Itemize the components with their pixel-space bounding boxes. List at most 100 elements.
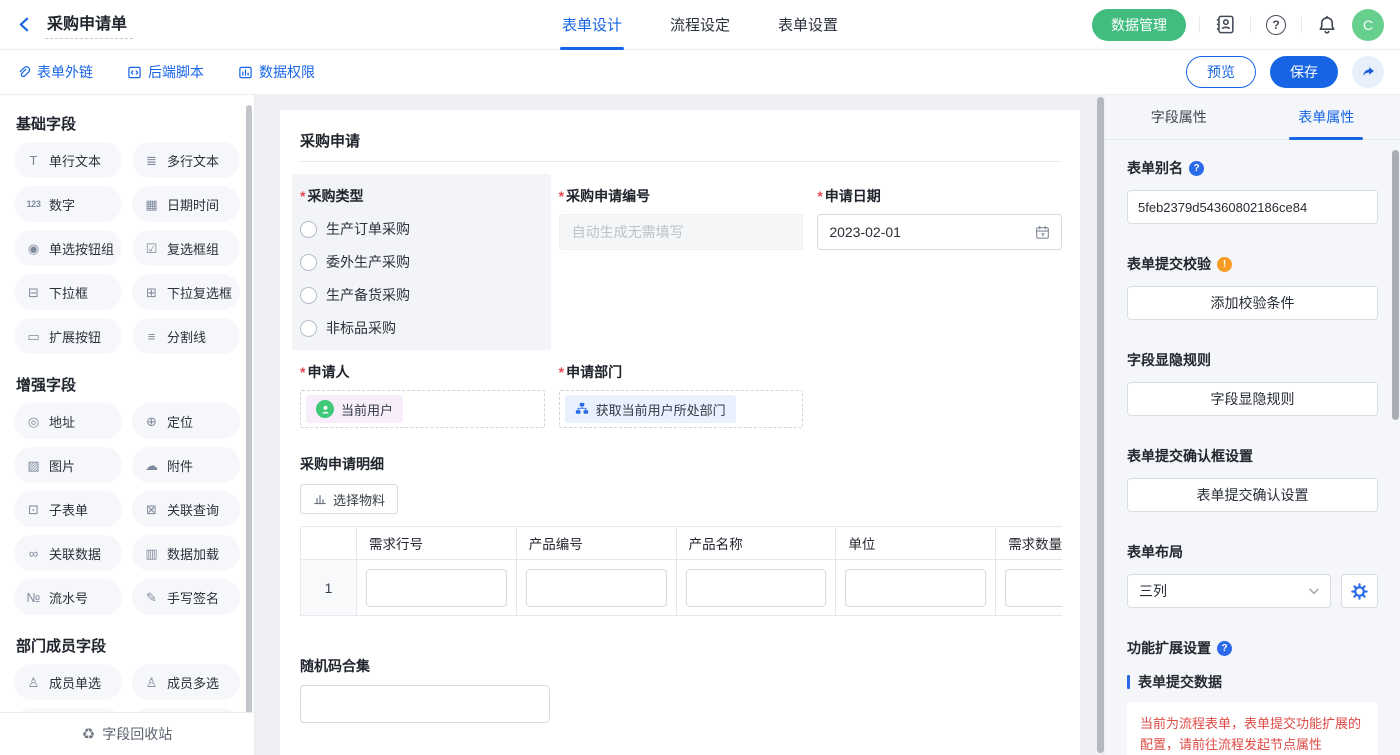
apply-date-input[interactable]: 2023-02-01	[817, 214, 1062, 250]
detail-cell-input[interactable]	[686, 569, 827, 607]
sidebar-item-dropdown[interactable]: ⊟下拉框	[14, 274, 122, 310]
sidebar-item-checkbox-group[interactable]: ☑复选框组	[132, 230, 240, 266]
field-apply-date[interactable]: *申请日期 2023-02-01	[809, 174, 1068, 350]
field-applicant[interactable]: *申请人 当前用户	[292, 350, 551, 440]
sidebar-item-serial-number[interactable]: №流水号	[14, 579, 122, 615]
select-material-button[interactable]: 选择物料	[300, 484, 398, 514]
radio-option[interactable]: 生产订单采购	[300, 219, 545, 239]
sidebar-item-relation-data[interactable]: ∞关联数据	[14, 535, 122, 571]
order-number-label: 采购申请编号	[566, 186, 650, 206]
avatar[interactable]: C	[1352, 9, 1384, 41]
sidebar-item-member-multi[interactable]: ♙成员多选	[132, 664, 240, 700]
sidebar-item-divider-line[interactable]: ≡分割线	[132, 318, 240, 354]
sidebar-item-number[interactable]: 123数字	[14, 186, 122, 222]
sidebar-item-single-line-text[interactable]: T单行文本	[14, 142, 122, 178]
applicant-value-box[interactable]: 当前用户	[300, 390, 545, 428]
field-order-number[interactable]: *采购申请编号	[551, 174, 810, 350]
contacts-icon[interactable]	[1213, 13, 1237, 37]
detail-table: 需求行号 产品编号 产品名称 单位 需求数量 1	[300, 526, 1062, 616]
sidebar-item-address[interactable]: ◎地址	[14, 403, 122, 439]
radio-icon[interactable]	[300, 254, 317, 271]
location-icon: ⊕	[143, 415, 160, 428]
preview-button[interactable]: 预览	[1186, 56, 1256, 88]
submit-confirm-button[interactable]: 表单提交确认设置	[1127, 478, 1378, 512]
field-random-code[interactable]: 随机码合集	[292, 644, 1068, 735]
sidebar-item-multi-dropdown[interactable]: ⊞下拉复选框	[132, 274, 240, 310]
department-label: 申请部门	[566, 362, 622, 382]
canvas-scrollbar[interactable]	[1097, 97, 1104, 753]
recycle-label: 字段回收站	[102, 724, 172, 744]
main-tabs: 表单设计 流程设定 表单设置	[562, 0, 838, 50]
radio-option[interactable]: 委外生产采购	[300, 252, 545, 272]
checkbox-group-icon: ☑	[143, 242, 160, 255]
sidebar-item-location[interactable]: ⊕定位	[132, 403, 240, 439]
extension-settings-title: 功能扩展设置?	[1127, 638, 1378, 658]
share-button[interactable]	[1352, 56, 1384, 88]
panel-scrollbar[interactable]	[1392, 150, 1399, 420]
sidebar-item-multi-line-text[interactable]: ≣多行文本	[132, 142, 240, 178]
radio-option[interactable]: 生产备货采购	[300, 285, 545, 305]
backend-script-link[interactable]: 后端脚本	[127, 62, 204, 82]
sidebar-scrollbar[interactable]	[246, 105, 252, 755]
field-recycle-bin[interactable]: ♻ 字段回收站	[0, 712, 254, 755]
divider	[1199, 17, 1200, 33]
page-title[interactable]: 采购申请单	[45, 10, 133, 39]
data-permission-link[interactable]: 数据权限	[238, 62, 315, 82]
sidebar-item-image[interactable]: ▨图片	[14, 447, 122, 483]
radio-icon[interactable]	[300, 320, 317, 337]
group-form-layout: 表单布局 三列	[1127, 542, 1378, 608]
field-department[interactable]: *申请部门 获取当前用户所处部门	[551, 350, 810, 440]
form-external-link[interactable]: 表单外链	[16, 62, 93, 82]
random-code-input[interactable]	[300, 685, 550, 723]
sidebar-item-data-load[interactable]: ▥数据加载	[132, 535, 240, 571]
add-validation-button[interactable]: 添加校验条件	[1127, 286, 1378, 320]
address-icon: ◎	[25, 415, 42, 428]
department-value-box[interactable]: 获取当前用户所处部门	[559, 390, 804, 428]
field-purchase-detail[interactable]: 采购申请明细 选择物料 需求行号 产品编号	[292, 442, 1068, 628]
help-icon[interactable]: ?	[1217, 641, 1232, 656]
tab-form-setting[interactable]: 表单设置	[778, 0, 838, 50]
apply-date-label: 申请日期	[825, 186, 881, 206]
back-icon[interactable]	[16, 16, 33, 33]
sidebar-item-member-single[interactable]: ♙成员单选	[14, 664, 122, 700]
detail-cell-input[interactable]	[1005, 569, 1062, 607]
detail-cell-input[interactable]	[845, 569, 986, 607]
order-number-input[interactable]	[559, 214, 804, 250]
layout-select[interactable]: 三列	[1127, 574, 1331, 608]
warning-icon[interactable]: !	[1217, 257, 1232, 272]
help-icon[interactable]: ?	[1189, 161, 1204, 176]
sidebar-item-relation-query[interactable]: ⊠关联查询	[132, 491, 240, 527]
tab-form-design[interactable]: 表单设计	[562, 0, 622, 50]
sidebar-item-extend-button[interactable]: ▭扩展按钮	[14, 318, 122, 354]
sidebar-item-radio-group[interactable]: ◉单选按钮组	[14, 230, 122, 266]
sidebar-item-attachment[interactable]: ☁附件	[132, 447, 240, 483]
number-icon: 123	[25, 200, 42, 209]
detail-cell-input[interactable]	[526, 569, 667, 607]
tab-field-properties[interactable]: 字段属性	[1105, 95, 1253, 139]
member-single-icon: ♙	[25, 676, 42, 689]
help-icon[interactable]: ?	[1264, 13, 1288, 37]
purchase-type-label: 采购类型	[307, 186, 363, 206]
department-tag[interactable]: 获取当前用户所处部门	[565, 395, 736, 423]
radio-icon[interactable]	[300, 287, 317, 304]
save-button[interactable]: 保存	[1270, 56, 1338, 88]
radio-option[interactable]: 非标品采购	[300, 318, 545, 338]
bell-icon[interactable]	[1315, 13, 1339, 37]
tab-form-properties[interactable]: 表单属性	[1253, 95, 1400, 139]
visibility-rules-button[interactable]: 字段显隐规则	[1127, 382, 1378, 416]
current-user-tag[interactable]: 当前用户	[306, 395, 403, 423]
form-alias-input[interactable]	[1127, 190, 1378, 224]
tab-flow-setting[interactable]: 流程设定	[670, 0, 730, 50]
detail-cell-input[interactable]	[366, 569, 507, 607]
sidebar-item-signature[interactable]: ✎手写签名	[132, 579, 240, 615]
layout-settings-button[interactable]	[1341, 574, 1378, 608]
column-header: 产品名称	[676, 527, 836, 560]
sidebar-item-datetime[interactable]: ▦日期时间	[132, 186, 240, 222]
sidebar-item-subform[interactable]: ⊡子表单	[14, 491, 122, 527]
form-group-title[interactable]: 采购申请	[292, 130, 1068, 151]
radio-icon[interactable]	[300, 221, 317, 238]
data-manage-button[interactable]: 数据管理	[1092, 9, 1186, 41]
basic-fields-grid: T单行文本 ≣多行文本 123数字 ▦日期时间 ◉单选按钮组 ☑复选框组 ⊟下拉…	[14, 142, 240, 354]
relation-data-icon: ∞	[25, 547, 42, 560]
field-purchase-type[interactable]: *采购类型 生产订单采购 委外生产采购 生产备货采购 非标品采购	[292, 174, 551, 350]
